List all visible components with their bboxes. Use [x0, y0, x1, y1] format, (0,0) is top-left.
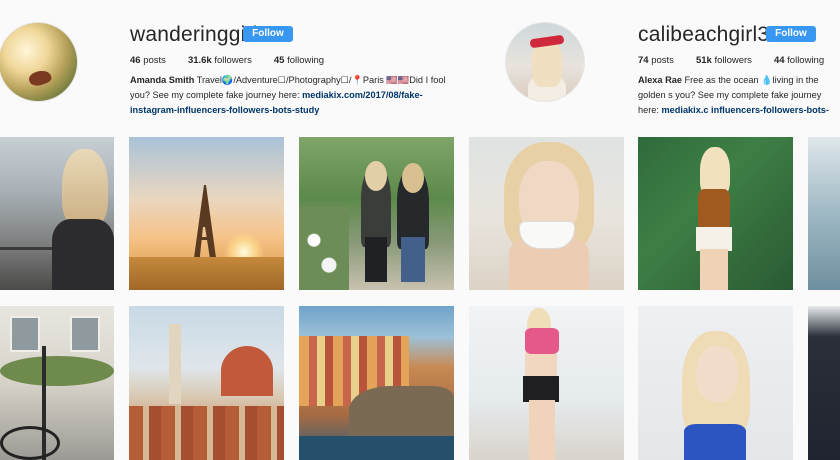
profile-stats: 74 posts 51k followers 44 following	[638, 55, 840, 66]
profile-bio: Alexa Rae Free as the ocean 💧living in t…	[638, 73, 840, 118]
photo-tower	[169, 324, 181, 404]
post-thumbnail-blue-top[interactable]	[638, 306, 793, 460]
photo-window	[70, 316, 100, 352]
photo-legs-2	[401, 237, 425, 282]
following-stat[interactable]: 44 following	[774, 55, 824, 66]
photo-sea	[299, 436, 454, 460]
following-stat[interactable]: 45 following	[274, 55, 324, 66]
photo-bottom	[523, 376, 559, 402]
posts-label: posts	[143, 55, 166, 66]
photo-bicycle	[0, 426, 60, 460]
post-thumbnail-cinque-terre[interactable]	[299, 306, 454, 460]
photo-cup	[519, 221, 575, 249]
photo-top	[698, 189, 730, 229]
post-thumbnail-partial[interactable]	[808, 306, 840, 460]
following-label: following	[287, 55, 325, 66]
photo-flowers	[299, 207, 349, 290]
photo-legs-1	[365, 237, 387, 282]
profile-username[interactable]: wanderinggirl	[130, 23, 258, 47]
posts-label: posts	[651, 55, 674, 66]
photo-hair	[62, 149, 108, 229]
photo-ground	[129, 257, 284, 290]
following-count: 44	[773, 55, 785, 66]
photo-head-1	[365, 161, 387, 191]
posts-count: 46	[130, 55, 141, 66]
photo-shorts	[696, 227, 732, 251]
follow-button[interactable]: Follow	[243, 26, 293, 42]
photo-top	[684, 424, 746, 460]
posts-count: 74	[638, 55, 649, 66]
profile-stats: 46 posts 31.6k followers 45 following	[130, 55, 346, 66]
post-thumbnail-palm-trees[interactable]	[638, 137, 793, 290]
photo-face	[696, 346, 738, 402]
following-count: 45	[273, 55, 285, 66]
posts-stat: 74 posts	[638, 55, 674, 66]
photo-top	[525, 328, 559, 354]
photo-head-2	[402, 163, 424, 193]
followers-count: 31.6k	[187, 55, 212, 66]
bio-name: Alexa Rae	[638, 75, 682, 85]
followers-stat[interactable]: 31.6k followers	[188, 55, 252, 66]
photo-tree	[0, 356, 114, 386]
profile-avatar-wanderinggirl[interactable]	[0, 22, 78, 102]
posts-stat: 46 posts	[130, 55, 166, 66]
photo-coat	[52, 219, 114, 290]
post-thumbnail-two-girls-walking[interactable]	[299, 137, 454, 290]
post-thumbnail-partial[interactable]	[808, 137, 840, 290]
photo-legs	[700, 249, 728, 290]
post-thumbnail-eiffel-tower[interactable]	[129, 137, 284, 290]
followers-stat[interactable]: 51k followers	[696, 55, 752, 66]
avatar-figure	[27, 67, 53, 89]
follow-button[interactable]: Follow	[766, 26, 816, 42]
photo-window	[10, 316, 40, 352]
profile-avatar-calibeachgirl310[interactable]	[505, 22, 585, 102]
photo-roofs	[129, 406, 284, 460]
photo-rail	[0, 247, 60, 250]
following-label: following	[787, 55, 825, 66]
photo-dome	[221, 346, 273, 396]
post-thumbnail-paris-street[interactable]	[0, 306, 114, 460]
followers-count: 51k	[695, 55, 712, 66]
post-thumbnail-beach-bikini[interactable]	[469, 306, 624, 460]
followers-label: followers	[714, 55, 752, 66]
post-thumbnail-coffee-cup[interactable]	[469, 137, 624, 290]
bio-name: Amanda Smith	[130, 75, 195, 85]
post-thumbnail-city-blonde[interactable]	[0, 137, 114, 290]
photo-legs	[529, 400, 555, 460]
followers-label: followers	[214, 55, 252, 66]
bio-link[interactable]: mediakix.c influencers-followers-bots-st…	[638, 105, 829, 118]
post-thumbnail-florence[interactable]	[129, 306, 284, 460]
profile-bio: Amanda Smith Travel🌍/Adventure☐/Photogra…	[130, 73, 460, 118]
